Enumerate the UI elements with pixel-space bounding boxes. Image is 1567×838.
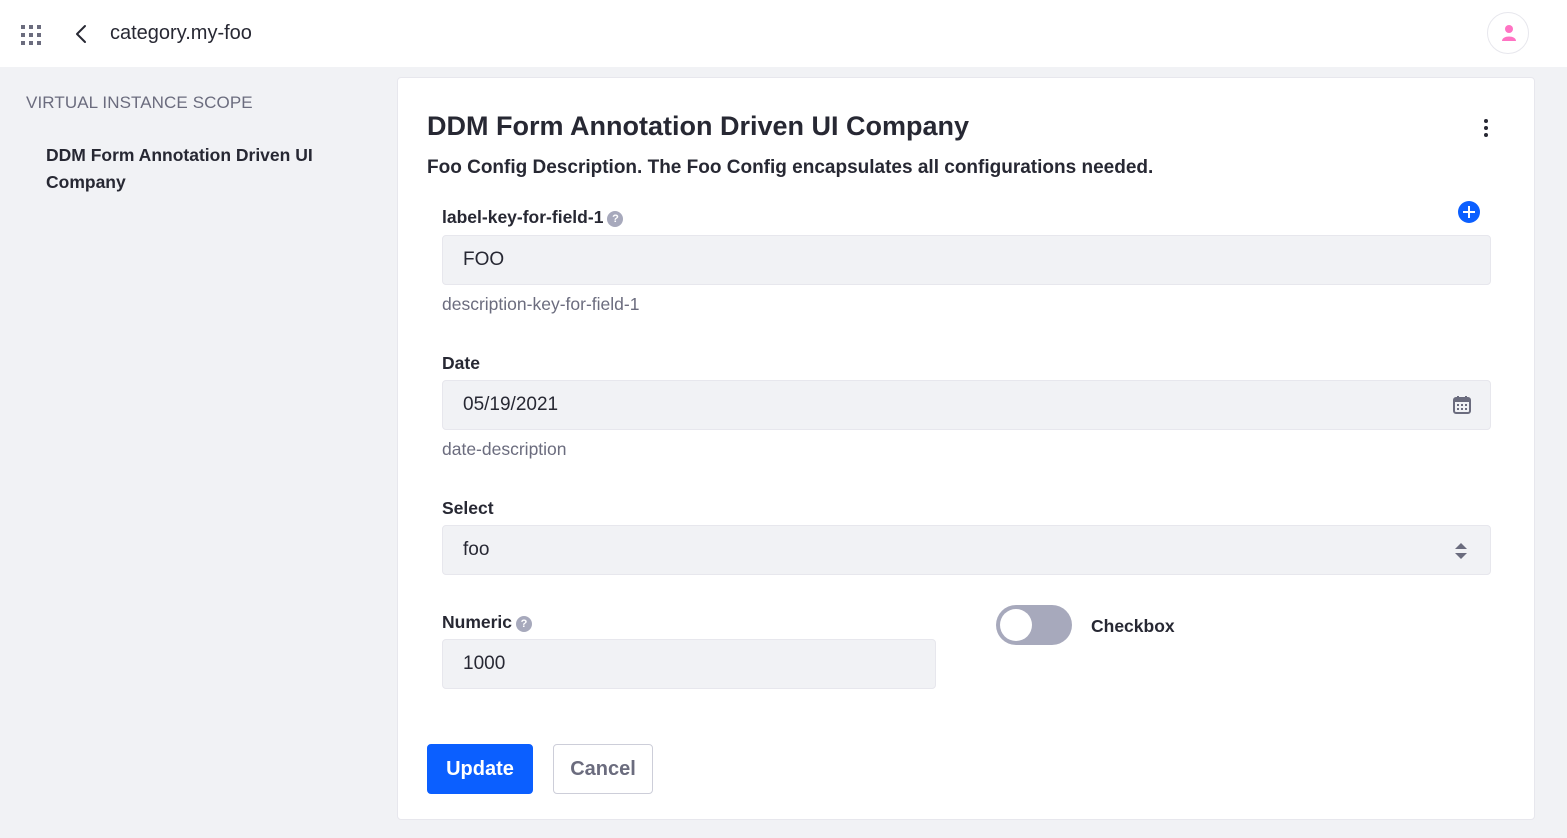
field1-label-text: label-key-for-field-1: [442, 207, 604, 227]
help-icon[interactable]: ?: [607, 211, 624, 227]
sidebar-item-ddm-company[interactable]: DDM Form Annotation Driven UI Company: [46, 142, 316, 196]
select-label: Select: [442, 498, 494, 518]
toggle-knob: [1000, 609, 1032, 641]
config-form-card: DDM Form Annotation Driven UI Company Fo…: [397, 77, 1535, 820]
numeric-input[interactable]: 1000: [442, 639, 936, 689]
numeric-label-text: Numeric: [442, 612, 513, 632]
top-bar: category.my-foo: [0, 0, 1567, 67]
checkbox-label: Checkbox: [1091, 616, 1175, 636]
date-label: Date: [442, 353, 480, 373]
date-help-text: date-description: [442, 439, 567, 459]
field1-help-text: description-key-for-field-1: [442, 294, 640, 314]
user-icon: [1502, 25, 1516, 41]
more-options-icon[interactable]: [1478, 119, 1494, 143]
field1-label: label-key-for-field-1?: [442, 207, 624, 228]
sidebar-scope-title: VIRTUAL INSTANCE SCOPE: [26, 93, 253, 112]
calendar-icon[interactable]: [1452, 395, 1472, 415]
select-dropdown[interactable]: foo: [442, 525, 1491, 575]
add-field-icon[interactable]: [1458, 201, 1480, 223]
select-arrows-icon: [1455, 543, 1467, 559]
numeric-label: Numeric?: [442, 612, 533, 633]
select-value: foo: [463, 539, 490, 560]
back-chevron-icon[interactable]: [72, 22, 92, 46]
checkbox-toggle[interactable]: [996, 605, 1072, 645]
cancel-button[interactable]: Cancel: [553, 744, 653, 794]
help-icon[interactable]: ?: [516, 616, 533, 632]
date-input[interactable]: 05/19/2021: [442, 380, 1491, 430]
update-button[interactable]: Update: [427, 744, 533, 794]
form-title: DDM Form Annotation Driven UI Company: [427, 111, 970, 141]
field1-input[interactable]: FOO: [442, 235, 1491, 285]
page-title: category.my-foo: [110, 22, 252, 44]
date-value: 05/19/2021: [463, 394, 559, 415]
apps-grid-icon[interactable]: [21, 25, 41, 45]
user-avatar[interactable]: [1487, 12, 1529, 54]
form-description: Foo Config Description. The Foo Config e…: [427, 157, 1154, 178]
